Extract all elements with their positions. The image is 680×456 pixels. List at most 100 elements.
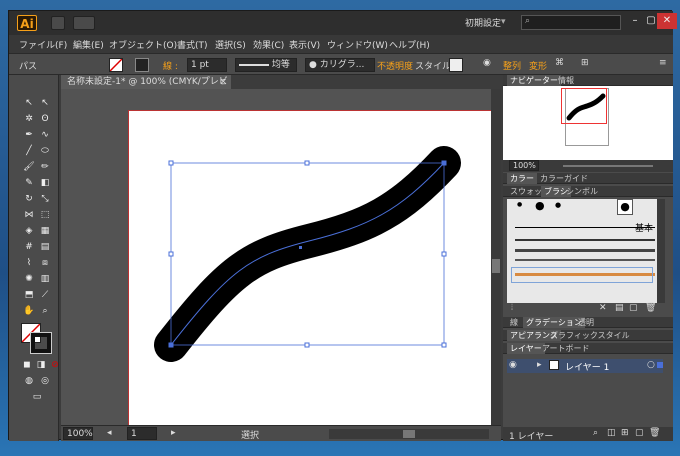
tab-stroke[interactable]: 線	[507, 317, 521, 328]
brush-selected-swatch[interactable]: ●	[617, 199, 633, 215]
clipping-mask-icon[interactable]: ◫	[607, 428, 616, 438]
symbol-sprayer-tool-icon[interactable]: ✺	[23, 273, 35, 285]
brush-row[interactable]	[515, 239, 655, 241]
blob-brush-tool-icon[interactable]: ✎	[23, 177, 35, 189]
scroll-thumb[interactable]	[492, 259, 500, 273]
anchor-point[interactable]	[169, 343, 173, 347]
expand-arrow-icon[interactable]: ▸	[537, 360, 542, 370]
delete-brush-icon[interactable]: 🗑	[645, 303, 656, 313]
arrange-documents-button[interactable]	[73, 16, 95, 30]
zoom-field[interactable]: 100%	[63, 427, 93, 440]
bridge-button[interactable]	[51, 16, 65, 30]
artboard[interactable]	[128, 110, 492, 426]
horizontal-scrollbar[interactable]	[329, 429, 489, 439]
new-brush-icon[interactable]: ▢	[629, 303, 638, 313]
tab-transparency[interactable]: 透明	[575, 317, 597, 328]
stroke-color-icon[interactable]	[30, 332, 52, 354]
menu-type[interactable]: 書式(T)	[177, 38, 208, 51]
blend-tool-icon[interactable]: ⧈	[39, 257, 51, 269]
brushes-scrollbar[interactable]	[657, 199, 665, 303]
bbox-handle[interactable]	[441, 251, 447, 257]
width-tool-icon[interactable]: ⋈	[23, 209, 35, 221]
magic-wand-tool-icon[interactable]: ✲	[23, 113, 35, 125]
brush-basic-stroke[interactable]	[515, 227, 655, 228]
tab-info[interactable]: 情報	[555, 75, 577, 86]
graph-tool-icon[interactable]: ▥	[39, 273, 51, 285]
bbox-handle[interactable]	[168, 251, 174, 257]
new-layer-icon[interactable]: ▢	[635, 428, 644, 438]
navigator-view-box[interactable]	[561, 88, 607, 124]
free-transform-tool-icon[interactable]: ⬚	[39, 209, 51, 221]
stroke-profile-select[interactable]: 均等	[235, 58, 297, 72]
brush-dot-large[interactable]: ●	[535, 199, 545, 212]
none-mode-icon[interactable]: ⊘	[49, 359, 61, 371]
scale-tool-icon[interactable]: ⤡	[39, 193, 51, 205]
navigator-zoom-slider[interactable]	[563, 165, 653, 167]
transform-label[interactable]: 変形	[529, 59, 547, 73]
brush-dot-medium[interactable]: ●	[555, 201, 561, 209]
eyedropper-tool-icon[interactable]: ⌇	[23, 257, 35, 269]
bbox-handle[interactable]	[304, 160, 310, 166]
stroke-weight-field[interactable]: 1 pt	[187, 58, 227, 72]
close-tab-icon[interactable]: ×	[219, 75, 227, 89]
mesh-tool-icon[interactable]: #	[23, 241, 35, 253]
align-label[interactable]: 整列	[503, 59, 521, 73]
anchor-point[interactable]	[442, 161, 446, 165]
lasso-tool-icon[interactable]: ʘ	[39, 113, 51, 125]
curvature-tool-icon[interactable]: ∿	[39, 129, 51, 141]
brush-library-icon[interactable]: ⦙	[511, 303, 513, 313]
tab-color-guide[interactable]: カラーガイド	[537, 173, 591, 184]
artboard-tool-icon[interactable]: ⬒	[23, 289, 35, 301]
hand-tool-icon[interactable]: ✋	[23, 305, 35, 317]
status-text[interactable]: 選択	[241, 428, 259, 441]
target-icon[interactable]: ○	[647, 360, 655, 370]
brush-options-icon[interactable]: ▤	[615, 303, 624, 313]
draw-inside-icon[interactable]: ◎	[39, 375, 51, 387]
menu-file[interactable]: ファイル(F)	[19, 38, 67, 51]
direct-selection-tool-icon[interactable]: ↖	[39, 97, 51, 109]
screen-mode-icon[interactable]: ▭	[31, 391, 43, 403]
bbox-handle[interactable]	[441, 342, 447, 348]
pencil-tool-icon[interactable]: ✏	[39, 161, 51, 173]
next-artboard-icon[interactable]: ▸	[171, 428, 176, 438]
tab-color[interactable]: カラー	[507, 173, 537, 184]
perspective-grid-tool-icon[interactable]: ▦	[39, 225, 51, 237]
ellipse-tool-icon[interactable]: ⬭	[39, 145, 51, 157]
visibility-eye-icon[interactable]: ◉	[509, 360, 517, 370]
recolor-icon[interactable]: ◉	[483, 58, 491, 72]
artwork-svg[interactable]	[129, 111, 491, 425]
opacity-label[interactable]: 不透明度	[377, 59, 413, 73]
workspace-preset[interactable]: 初期設定	[465, 16, 501, 29]
tab-symbols[interactable]: シンボル	[563, 186, 601, 197]
layer-row[interactable]: ◉ ▸ レイヤー 1 ○	[507, 359, 663, 373]
line-tool-icon[interactable]: ╱	[23, 145, 35, 157]
new-sublayer-icon[interactable]: ⊞	[621, 428, 629, 438]
bbox-handle[interactable]	[304, 342, 310, 348]
tab-navigator[interactable]: ナビゲーター	[507, 75, 561, 86]
stroke-swatch[interactable]	[135, 58, 149, 72]
menu-edit[interactable]: 編集(E)	[73, 38, 104, 51]
layer-name[interactable]: レイヤー 1	[565, 360, 609, 373]
eraser-tool-icon[interactable]: ◧	[39, 177, 51, 189]
gradient-tool-icon[interactable]: ▤	[39, 241, 51, 253]
navigator-preview[interactable]	[503, 86, 673, 160]
brush-stroke-path[interactable]	[154, 146, 461, 362]
artboard-index-field[interactable]: 1	[127, 427, 157, 440]
paintbrush-tool-icon[interactable]: 🖌	[23, 161, 35, 173]
gradient-mode-icon[interactable]: ◨	[35, 359, 47, 371]
style-swatch[interactable]	[449, 58, 463, 72]
search-input[interactable]: ⌕	[521, 15, 621, 30]
stroke-label[interactable]: 線 :	[163, 59, 178, 73]
navigator-zoom-field[interactable]: 100%	[509, 160, 539, 171]
menu-effect[interactable]: 効果(C)	[253, 38, 284, 51]
hscroll-thumb[interactable]	[403, 430, 415, 438]
shape-builder-tool-icon[interactable]: ◈	[23, 225, 35, 237]
menu-object[interactable]: オブジェクト(O)	[109, 38, 177, 51]
remove-stroke-icon[interactable]: ✕	[599, 303, 607, 313]
vertical-scrollbar[interactable]	[491, 89, 501, 425]
pen-tool-icon[interactable]: ✒	[23, 129, 35, 141]
draw-mode-icon[interactable]: ◍	[23, 375, 35, 387]
rotate-tool-icon[interactable]: ↻	[23, 193, 35, 205]
zoom-tool-icon[interactable]: ⌕	[39, 305, 51, 317]
tab-graphic-styles[interactable]: グラフィックスタイル	[547, 330, 633, 341]
